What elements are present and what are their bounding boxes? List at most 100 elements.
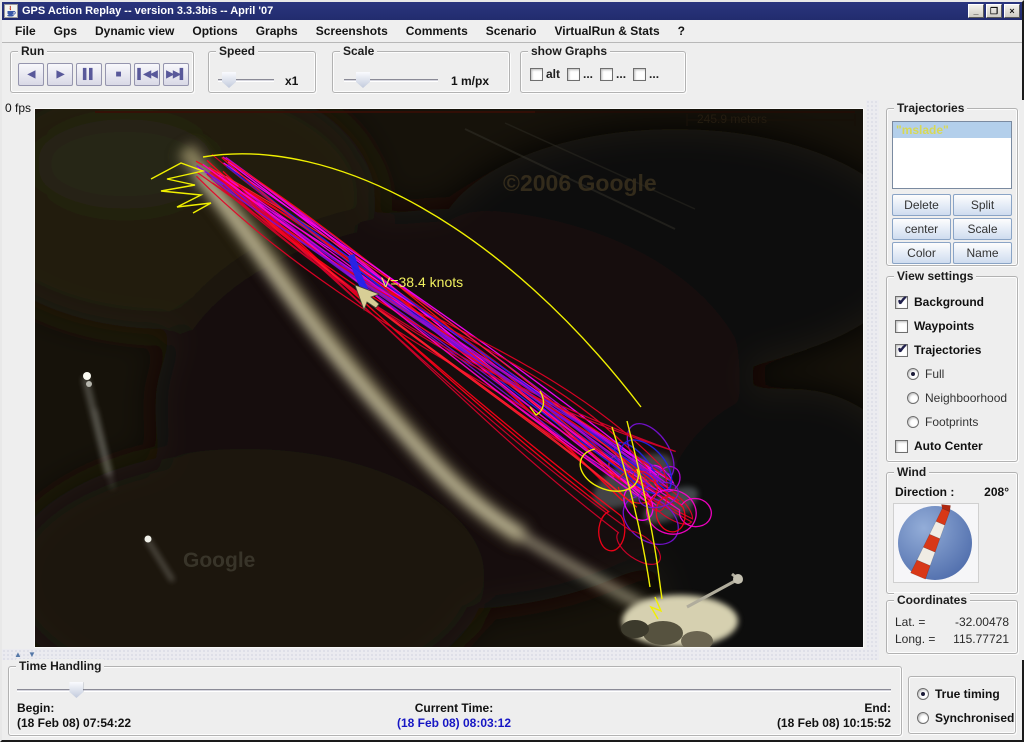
title-bar[interactable]: GPS Action Replay -- version 3.3.3bis --… (2, 2, 1022, 20)
close-button[interactable]: × (1004, 4, 1020, 18)
right-sidebar: Trajectories "mslade" Delete Split cente… (880, 100, 1024, 660)
pause-button[interactable]: ▌▌ (76, 63, 102, 86)
wind-direction-value: 208° (984, 485, 1009, 499)
scale-slider-thumb[interactable] (356, 72, 370, 88)
play-button[interactable]: ▶ (47, 63, 73, 86)
waypoints-checkbox[interactable]: ✔ (895, 320, 908, 333)
windsock-image (893, 503, 979, 583)
auto-center-checkbox[interactable]: ✔ (895, 440, 908, 453)
longitude-label: Long. = (895, 632, 935, 646)
true-timing-label: True timing (935, 687, 1000, 701)
graph-3-checkbox[interactable]: ✔ (600, 68, 613, 81)
background-checkbox[interactable]: ✔ (895, 296, 908, 309)
full-radio[interactable] (907, 368, 919, 380)
graph-3-label: ... (616, 67, 626, 81)
menu-graphs[interactable]: Graphs (247, 21, 307, 41)
current-time-value: (18 Feb 08) 08:03:12 (397, 716, 511, 731)
speed-group-title: Speed (216, 44, 258, 58)
time-slider-thumb[interactable] (69, 682, 83, 698)
end-label: End: (777, 701, 891, 716)
menu-screenshots[interactable]: Screenshots (307, 21, 397, 41)
map-viewport[interactable]: ©2006 Google Google (34, 108, 864, 648)
map-canvas[interactable]: ©2006 Google Google (35, 109, 863, 647)
map-scale-label: 245.9 meters (697, 112, 767, 126)
graph-alt-checkbox[interactable]: ✔ (530, 68, 543, 81)
wind-direction-label: Direction : (895, 485, 954, 499)
trajectories-checkbox[interactable]: ✔ (895, 344, 908, 357)
longitude-value: 115.77721 (953, 632, 1009, 646)
menu-help[interactable]: ? (669, 21, 694, 41)
java-cup-icon (5, 5, 17, 17)
time-slider-track[interactable] (17, 689, 891, 692)
fast-forward-button[interactable]: ▶▶▌ (163, 63, 189, 86)
run-group-title: Run (18, 44, 47, 58)
speed-slider-thumb[interactable] (222, 72, 236, 88)
trajectories-label: Trajectories (914, 343, 981, 357)
color-button[interactable]: Color (892, 242, 951, 264)
time-labels: Begin: (18 Feb 08) 07:54:22 Current Time… (17, 701, 891, 733)
end-value: (18 Feb 08) 10:15:52 (777, 716, 891, 731)
stop-button[interactable]: ■ (105, 63, 131, 86)
rewind-button[interactable]: ▌◀◀ (134, 63, 160, 86)
vertical-split-divider[interactable] (866, 100, 879, 649)
google-watermark-left: Google (183, 549, 255, 572)
java-app-icon (4, 4, 18, 18)
scale-group: Scale 1 m/px (332, 51, 510, 93)
center-button[interactable]: center (892, 218, 951, 240)
graph-alt-label: alt (546, 67, 560, 81)
true-timing-radio[interactable] (917, 688, 929, 700)
fps-label: 0 fps (5, 101, 31, 115)
trajectories-panel: Trajectories "mslade" Delete Split cente… (886, 108, 1018, 266)
split-button[interactable]: Split (953, 194, 1012, 216)
restore-button[interactable]: ❐ (986, 4, 1002, 18)
scale-slider[interactable] (344, 71, 438, 89)
name-button[interactable]: Name (953, 242, 1012, 264)
begin-value: (18 Feb 08) 07:54:22 (17, 716, 131, 731)
trajectories-panel-title: Trajectories (894, 101, 967, 115)
graph-4-checkbox[interactable]: ✔ (633, 68, 646, 81)
show-graphs-group: show Graphs ✔alt ✔... ✔... ✔... (520, 51, 686, 93)
menu-virtualrun-stats[interactable]: VirtualRun & Stats (545, 21, 668, 41)
footprints-radio[interactable] (907, 416, 919, 428)
speed-slider[interactable] (218, 71, 274, 89)
latitude-value: -32.00478 (955, 615, 1009, 629)
time-slider[interactable] (17, 681, 891, 699)
menu-scenario[interactable]: Scenario (477, 21, 546, 41)
synchronised-radio[interactable] (917, 712, 929, 724)
app-window: GPS Action Replay -- version 3.3.3bis --… (0, 0, 1024, 742)
coordinates-panel: Coordinates Lat. = -32.00478 Long. = 115… (886, 600, 1018, 654)
windsock-icon (894, 504, 978, 582)
full-label: Full (925, 367, 944, 381)
google-watermark-center: ©2006 Google (503, 170, 657, 196)
menu-dynamic-view[interactable]: Dynamic view (86, 21, 183, 41)
menu-bar: File Gps Dynamic view Options Graphs Scr… (2, 20, 1022, 43)
menu-gps[interactable]: Gps (45, 21, 86, 41)
scale-button[interactable]: Scale (953, 218, 1012, 240)
minimize-button[interactable]: _ (968, 4, 984, 18)
toolbar: Run ◀ ▶ ▌▌ ■ ▌◀◀ ▶▶▌ Speed x1 Scale (2, 43, 1022, 100)
begin-label: Begin: (17, 701, 131, 716)
window-title: GPS Action Replay -- version 3.3.3bis --… (22, 5, 964, 17)
timing-mode-panel: True timing Synchronised (908, 676, 1016, 734)
speed-group: Speed x1 (208, 51, 316, 93)
background-label: Background (914, 295, 984, 309)
menu-comments[interactable]: Comments (397, 21, 477, 41)
wind-panel-title: Wind (894, 465, 929, 479)
trajectory-list-item[interactable]: "mslade" (893, 122, 1011, 138)
step-back-button[interactable]: ◀ (18, 63, 44, 86)
graph-2-checkbox[interactable]: ✔ (567, 68, 580, 81)
wind-panel: Wind Direction : 208° (886, 472, 1018, 594)
time-handling-title: Time Handling (16, 659, 104, 673)
trajectory-list[interactable]: "mslade" (892, 121, 1012, 189)
synchronised-label: Synchronised (935, 711, 1014, 725)
view-settings-panel: View settings ✔Background ✔Waypoints ✔Tr… (886, 276, 1018, 462)
delete-button[interactable]: Delete (892, 194, 951, 216)
show-graphs-title: show Graphs (528, 44, 610, 58)
neighboorhood-label: Neighboorhood (925, 391, 1007, 405)
horizontal-split-divider[interactable]: ▲ ▼ (2, 649, 879, 660)
latitude-label: Lat. = (895, 615, 925, 629)
menu-file[interactable]: File (6, 21, 45, 41)
speed-annotation: V=38.4 knots (381, 274, 463, 290)
menu-options[interactable]: Options (183, 21, 246, 41)
neighboorhood-radio[interactable] (907, 392, 919, 404)
